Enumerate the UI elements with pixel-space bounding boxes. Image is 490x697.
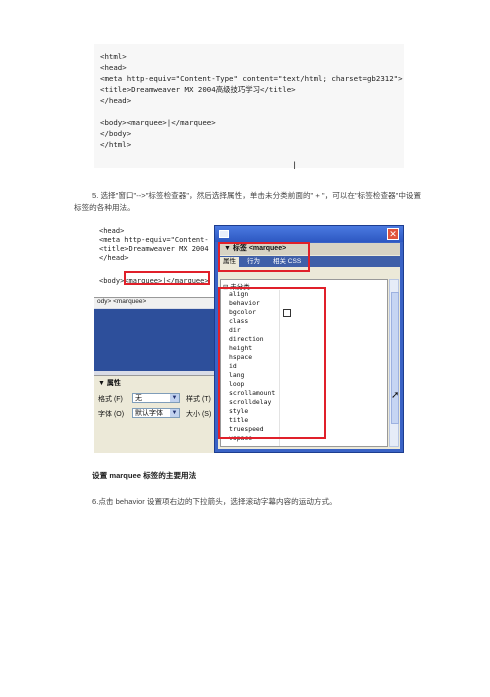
code-screenshot: <html> <head> <meta http-equiv="Content-… (94, 44, 404, 168)
caption-prefix: 设置 (92, 471, 110, 480)
code-line: <meta http-equiv="Content-Type" content=… (100, 74, 403, 83)
workspace-background (94, 309, 219, 371)
highlight-attribute-list (218, 287, 326, 439)
code-line: <body><marquee>|</marquee> (100, 118, 216, 127)
style-label: 样式 (T) (186, 396, 211, 403)
scrollbar-thumb[interactable] (391, 292, 399, 424)
code-editor: <head> <meta http-equiv="Content- <title… (94, 225, 219, 301)
code-line: <html> (100, 52, 127, 61)
code-line: <title>Dreamweaver MX 2004 (99, 245, 209, 253)
font-select[interactable]: 默认字体 ▼ (132, 408, 180, 418)
font-value: 默认字体 (135, 410, 163, 417)
size-label: 大小 (S) (186, 411, 212, 418)
window-icon (219, 230, 229, 238)
code-line: </head> (100, 96, 132, 105)
step5-line2: 标签的各种用法。 (74, 203, 135, 212)
code-line: <head> (100, 63, 127, 72)
code-line: </html> (100, 140, 132, 149)
caption-tag: marquee (109, 471, 141, 480)
code-line: <title>Dreamweaver MX 2004高级技巧学习</title> (100, 85, 296, 94)
figure-caption: 设置 marquee 标签的主要用法 (92, 470, 196, 481)
format-label: 格式 (F) (98, 396, 123, 403)
tag-path[interactable]: ody> <marquee> (97, 298, 146, 305)
code-line: <meta http-equiv="Content- (99, 236, 209, 244)
format-value: 无 (135, 395, 142, 402)
properties-header[interactable]: ▼ 属性 (98, 378, 121, 388)
tag-selector-bar[interactable]: ody> <marquee> (94, 297, 219, 308)
highlight-inspector-title (218, 242, 310, 272)
chevron-down-icon: ▼ (170, 409, 179, 417)
format-select[interactable]: 无 ▼ (132, 393, 180, 403)
properties-panel: ▼ 属性 格式 (F) 无 ▼ 样式 (T) 字体 (O) 默认字体 ▼ 大小 (S… (94, 375, 219, 453)
close-icon[interactable]: ✕ (387, 228, 399, 240)
dreamweaver-screenshot: <head> <meta http-equiv="Content- <title… (94, 225, 404, 453)
code-line: </body> (100, 129, 132, 138)
step5-line1: 5. 选择"窗口"-->"标签检查器"，然后选择属性，单击未分类前面的" + "… (92, 191, 422, 200)
attribute-scrollbar[interactable] (389, 279, 399, 447)
step6-text: 6.点击 behavior 设置项右边的下拉箭头，选择滚动字幕内容的运动方式。 (92, 497, 337, 506)
font-label: 字体 (O) (98, 411, 125, 418)
chevron-down-icon: ▼ (170, 394, 179, 402)
window-titlebar[interactable]: ✕ (215, 226, 403, 242)
caption-suffix: 标签的主要用法 (140, 471, 197, 480)
mouse-pointer-icon: ➚ (391, 390, 400, 401)
text-cursor-icon: I (293, 160, 297, 172)
code-line: <head> (99, 227, 125, 235)
code-line: </head> (99, 254, 129, 262)
highlight-marquee-code (124, 271, 210, 285)
